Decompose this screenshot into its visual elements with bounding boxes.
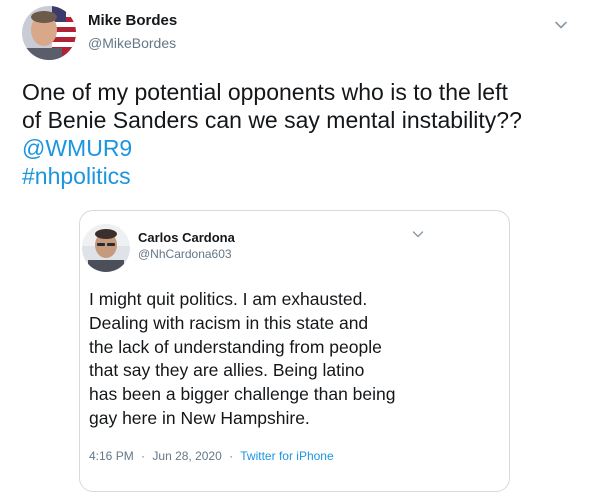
quoted-text-line: gay here in New Hampshire. bbox=[89, 407, 310, 428]
meta-separator: · bbox=[141, 449, 146, 463]
quoted-source-link[interactable]: Twitter for iPhone bbox=[240, 449, 333, 463]
quoted-tweet-text: I might quit politics. I am exhausted. D… bbox=[89, 288, 499, 431]
quoted-author-avatar[interactable] bbox=[82, 224, 130, 272]
author-avatar[interactable] bbox=[22, 6, 76, 60]
quoted-date[interactable]: Jun 28, 2020 bbox=[152, 449, 221, 463]
hashtag-link[interactable]: #nhpolitics bbox=[22, 162, 582, 190]
quoted-author-name[interactable]: Carlos Cardona bbox=[138, 230, 235, 245]
chevron-down-icon[interactable] bbox=[553, 17, 569, 33]
author-name[interactable]: Mike Bordes bbox=[88, 12, 177, 29]
quoted-author-avatar-image bbox=[82, 224, 130, 272]
quoted-text-line: Dealing with racism in this state and bbox=[89, 312, 369, 333]
quoted-text-line: has been a bigger challenge than being bbox=[89, 384, 396, 405]
author-handle[interactable]: @MikeBordes bbox=[88, 35, 176, 51]
tweet-text: One of my potential opponents who is to … bbox=[22, 78, 582, 190]
quoted-text-line: I might quit politics. I am exhausted. bbox=[89, 289, 368, 309]
tweet: Mike Bordes @MikeBordes One of my potent… bbox=[0, 0, 592, 500]
quoted-tweet-meta: 4:16 PM · Jun 28, 2020 · Twitter for iPh… bbox=[89, 449, 334, 463]
tweet-text-line: of Benie Sanders can we say mental insta… bbox=[22, 107, 522, 133]
chevron-down-icon[interactable] bbox=[411, 227, 425, 241]
author-avatar-image bbox=[22, 6, 76, 60]
meta-separator: · bbox=[229, 449, 234, 463]
quoted-author-handle[interactable]: @NhCardona603 bbox=[138, 247, 232, 261]
quoted-text-line: the lack of understanding from people bbox=[89, 336, 382, 357]
quoted-time[interactable]: 4:16 PM bbox=[89, 449, 134, 463]
tweet-text-line: One of my potential opponents who is to … bbox=[22, 79, 508, 105]
quoted-text-line: that say they are allies. Being latino bbox=[89, 360, 365, 381]
mention-link[interactable]: @WMUR9 bbox=[22, 134, 582, 162]
